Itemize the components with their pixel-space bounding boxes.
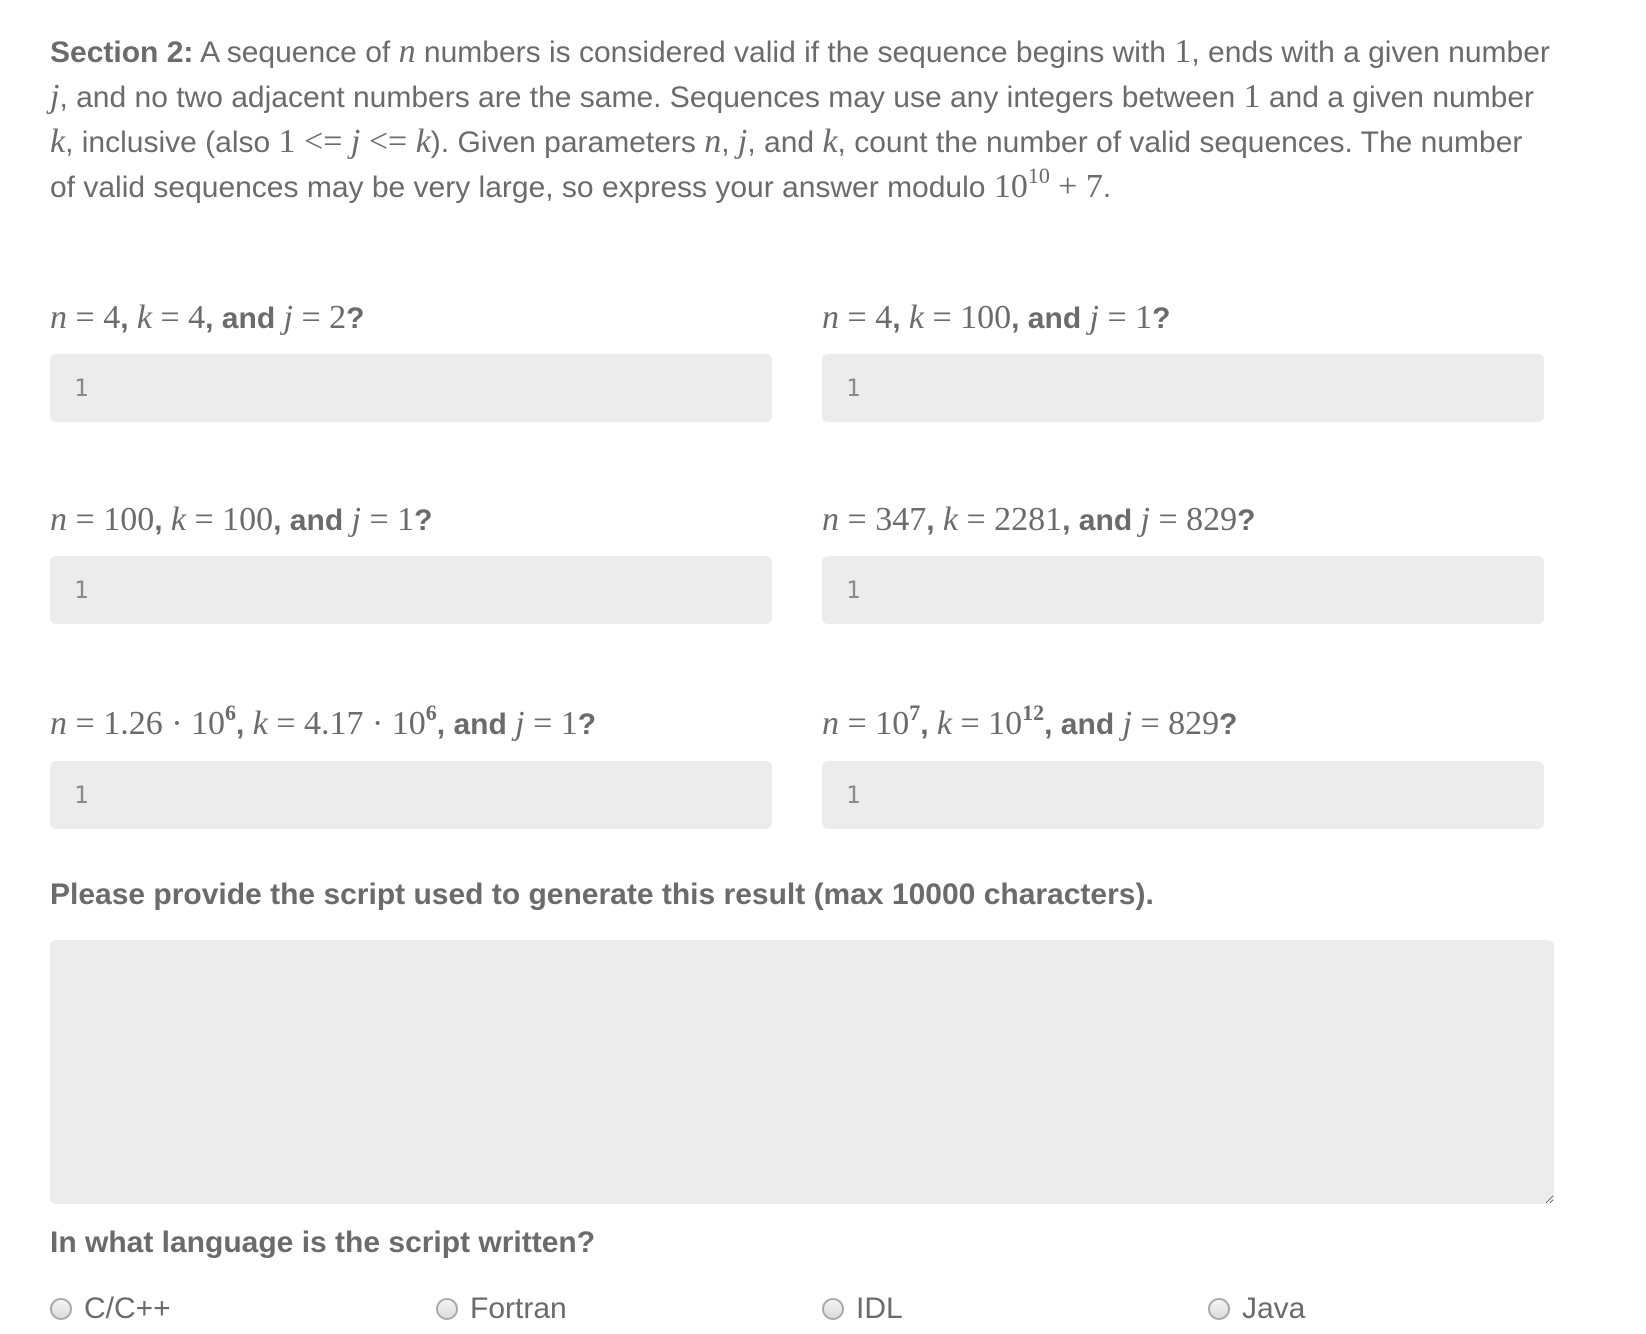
section-heading: Section 2: — [50, 36, 194, 69]
radio-circle-icon[interactable] — [1208, 1298, 1230, 1320]
text: , inclusive (also — [65, 126, 271, 159]
text: , ends with a given number — [1191, 36, 1550, 69]
question-3-label: n = 100, k = 100, and j = 1? — [50, 501, 433, 538]
text: numbers is considered valid if the seque… — [423, 36, 1166, 69]
text: . — [1102, 171, 1112, 204]
question-1-label: n = 4, k = 4, and j = 2? — [50, 299, 365, 336]
radio-circle-icon[interactable] — [50, 1298, 72, 1320]
section-description: Section 2: A sequence of n numbers is co… — [50, 30, 1550, 210]
math-mod-base: 10 — [993, 168, 1028, 205]
language-option-java[interactable]: Java — [1208, 1292, 1305, 1326]
text: A sequence of — [200, 36, 391, 69]
answer-input-5[interactable] — [50, 761, 772, 829]
question-2-label: n = 4, k = 100, and j = 1? — [822, 299, 1171, 336]
math-one: 1 — [1243, 78, 1261, 115]
language-option-fortran[interactable]: Fortran — [436, 1292, 567, 1326]
math-one: 1 — [1174, 33, 1192, 70]
radio-circle-icon[interactable] — [822, 1298, 844, 1320]
math-k: k — [50, 123, 66, 160]
language-label: Java — [1242, 1292, 1306, 1325]
language-label: C/C++ — [84, 1292, 171, 1325]
math-j: j — [737, 123, 748, 160]
language-option-c-cpp[interactable]: C/C++ — [50, 1292, 171, 1326]
question-6-label: n = 107, k = 1012, and j = 829? — [822, 700, 1238, 743]
text: ). Given parameters — [430, 126, 696, 159]
text: , and no two adjacent numbers are the sa… — [59, 81, 1236, 114]
script-prompt: Please provide the script used to genera… — [50, 878, 1154, 911]
math-j: j — [350, 123, 361, 160]
text: and a given number — [1268, 81, 1535, 114]
answer-input-4[interactable] — [822, 556, 1544, 624]
math-inequality: <= — [360, 123, 416, 160]
math-n: n — [398, 33, 416, 70]
language-prompt: In what language is the script written? — [50, 1226, 596, 1259]
math-n: n — [704, 123, 722, 160]
page: Section 2: A sequence of n numbers is co… — [0, 0, 1646, 1334]
answer-input-2[interactable] — [822, 354, 1544, 422]
language-option-idl[interactable]: IDL — [822, 1292, 903, 1326]
radio-circle-icon[interactable] — [436, 1298, 458, 1320]
answer-input-6[interactable] — [822, 761, 1544, 829]
math-mod-exponent: 10 — [1027, 163, 1050, 188]
math-k: k — [822, 123, 838, 160]
answer-input-3[interactable] — [50, 556, 772, 624]
question-5-label: n = 1.26 · 106, k = 4.17 · 106, and j = … — [50, 700, 597, 743]
text: , — [721, 126, 730, 159]
language-label: IDL — [856, 1292, 903, 1325]
math-k: k — [415, 123, 431, 160]
language-label: Fortran — [470, 1292, 567, 1325]
question-4-label: n = 347, k = 2281, and j = 829? — [822, 501, 1256, 538]
answer-input-1[interactable] — [50, 354, 772, 422]
math-mod-tail: + 7 — [1058, 168, 1103, 205]
text: , and — [747, 126, 815, 159]
script-textarea[interactable] — [50, 940, 1554, 1204]
math-inequality: 1 <= — [278, 123, 351, 160]
